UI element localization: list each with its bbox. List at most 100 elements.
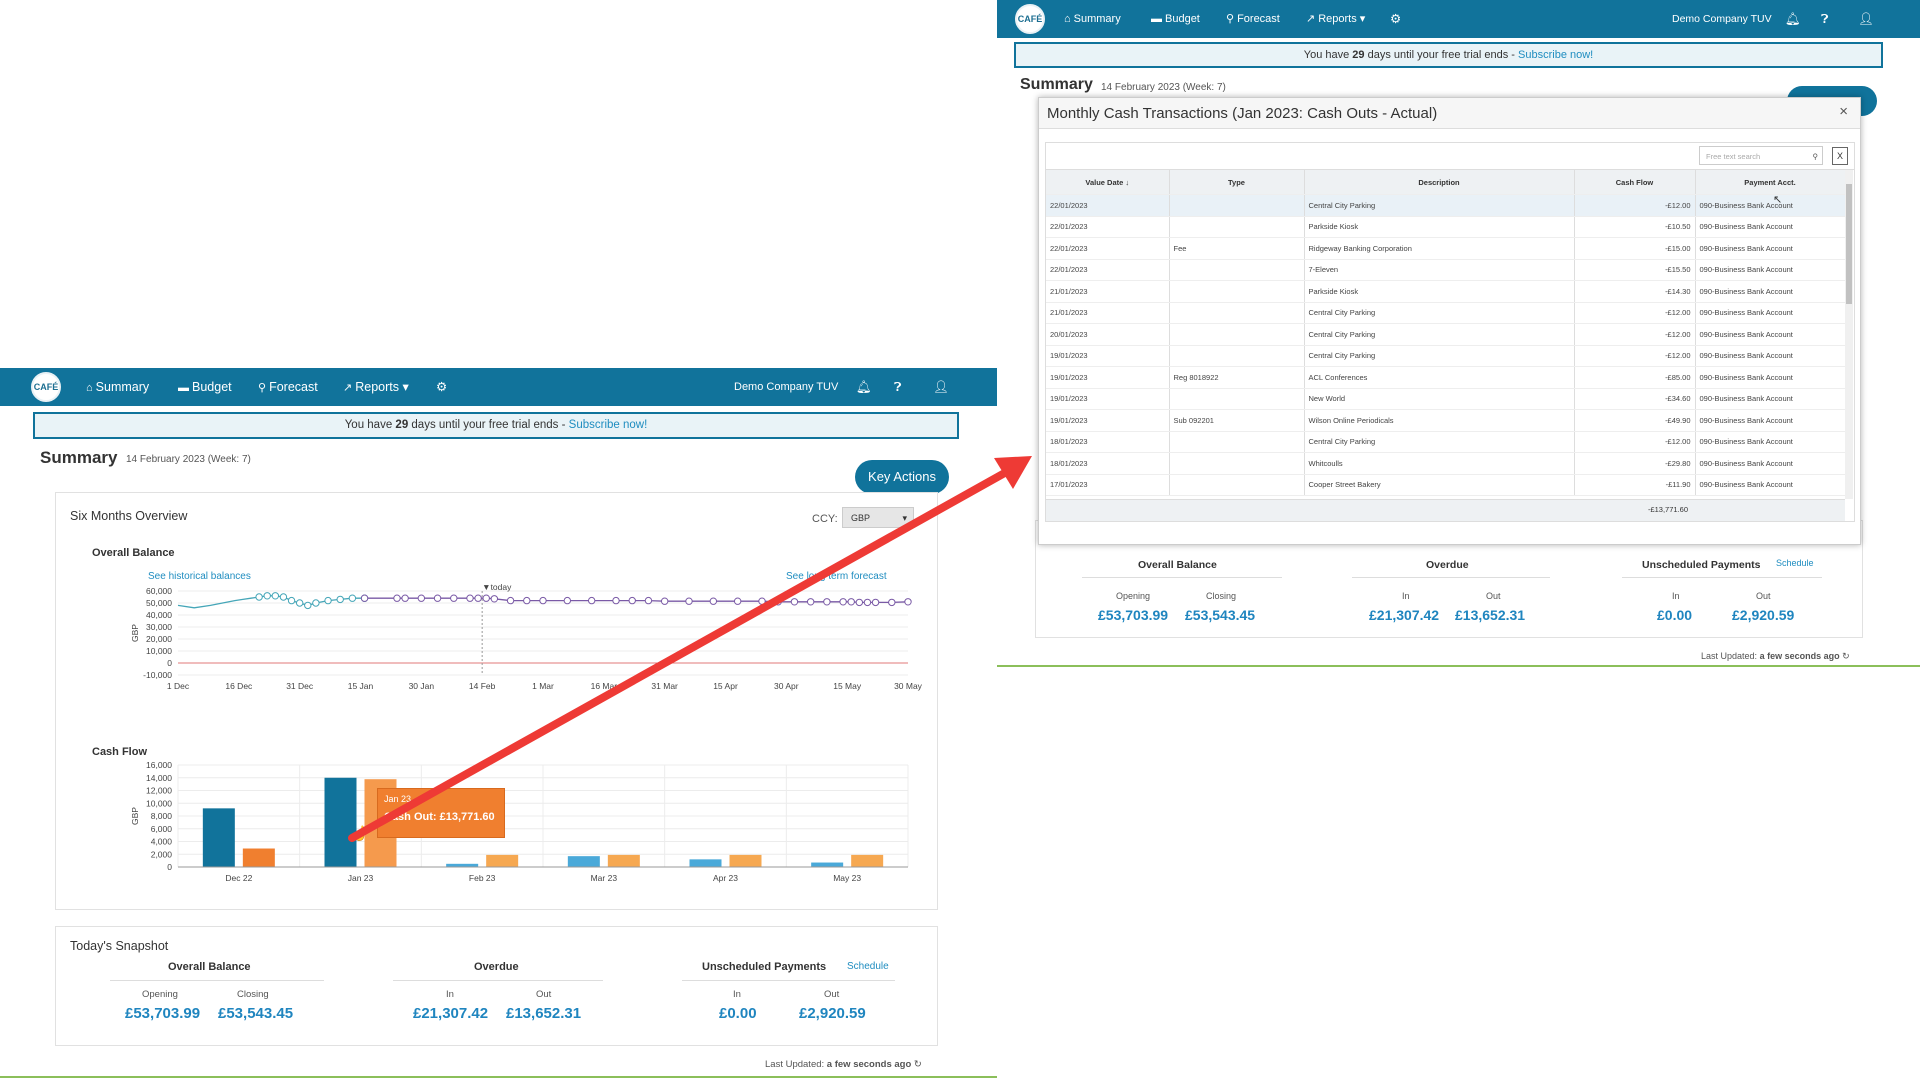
nav-summary[interactable]: ⌂ Summary xyxy=(86,368,149,406)
table-row[interactable]: 19/01/2023 Sub 092201 Wilson Online Period… xyxy=(1046,409,1846,432)
x-tick-label: 16 Mar xyxy=(591,681,618,691)
cell-type xyxy=(1169,345,1305,367)
nav-forecast[interactable]: ⚲ Forecast xyxy=(1226,0,1280,38)
col-type[interactable]: Type xyxy=(1169,170,1305,195)
nav-budget[interactable]: ▬ Budget xyxy=(178,368,232,406)
table-row[interactable]: 20/01/2023 Central City Parking -£12.00 090… xyxy=(1046,323,1846,346)
table-row[interactable]: 22/01/2023 Central City Parking -£12.00 090… xyxy=(1046,194,1846,217)
close-icon[interactable]: × xyxy=(1839,103,1848,120)
closing-balance[interactable]: £53,543.45 xyxy=(218,1005,293,1022)
unsched-in-label: In xyxy=(733,989,741,1000)
forecast-link[interactable]: See long term forecast xyxy=(786,571,887,582)
col-description[interactable]: Description xyxy=(1304,170,1575,195)
help-icon[interactable]: ❓︎ xyxy=(894,368,902,406)
cell-date: 19/01/2023 xyxy=(1046,345,1170,367)
subscribe-link[interactable]: Subscribe now! xyxy=(1518,49,1593,61)
settings-icon[interactable]: ⚙ xyxy=(1390,0,1401,38)
cell-cash-flow: -£12.00 xyxy=(1574,345,1696,367)
opening-balance[interactable]: £53,703.99 xyxy=(1098,607,1168,623)
table-row[interactable]: 19/01/2023 New World -£34.60 090-Business B… xyxy=(1046,388,1846,410)
cell-description: Whitcoulls xyxy=(1304,452,1575,475)
refresh-icon[interactable]: ↻ xyxy=(914,1059,922,1070)
table-row[interactable]: 22/01/2023 Parkside Kiosk -£10.50 090-Busin… xyxy=(1046,216,1846,238)
cell-date: 18/01/2023 xyxy=(1046,431,1170,453)
unsched-in[interactable]: £0.00 xyxy=(1657,607,1692,623)
unsched-in[interactable]: £0.00 xyxy=(719,1005,757,1022)
schedule-link[interactable]: Schedule xyxy=(847,961,889,972)
export-excel-icon[interactable]: X xyxy=(1832,147,1848,165)
table-wrapper: Free text search ⚲ X Value Date ↓ Type De… xyxy=(1045,142,1855,522)
y-tick-label: -10,000 xyxy=(143,670,172,680)
cell-payment-acct: 090-Business Bank Account xyxy=(1695,323,1846,346)
y-tick-label: 50,000 xyxy=(146,598,172,608)
table-row[interactable]: 18/01/2023 Central City Parking -£12.00 090… xyxy=(1046,431,1846,453)
overdue-in[interactable]: £21,307.42 xyxy=(1369,607,1439,623)
x-tick-label: Mar 23 xyxy=(591,873,618,883)
cell-cash-flow: -£34.60 xyxy=(1574,388,1696,410)
search-input[interactable]: Free text search ⚲ xyxy=(1699,146,1823,165)
unsched-out[interactable]: £2,920.59 xyxy=(1732,607,1794,623)
chart-icon: ↗ xyxy=(343,382,353,394)
historical-link[interactable]: See historical balances xyxy=(148,571,251,582)
user-icon[interactable]: 👤︎ xyxy=(933,368,949,406)
company-name[interactable]: Demo Company TUV xyxy=(1672,0,1772,38)
balance-point xyxy=(733,597,742,605)
left-screenshot: CAFÉ ⌂ Summary ▬ Budget ⚲ Forecast ↗ Reports… xyxy=(0,368,997,1080)
table-row[interactable]: 22/01/2023 Fee Ridgeway Banking Corporatio… xyxy=(1046,237,1846,260)
briefcase-icon: ▬ xyxy=(1151,13,1162,25)
balance-point xyxy=(490,595,499,603)
nav-reports[interactable]: ↗ Reports ▾ xyxy=(1306,0,1365,38)
overdue-in[interactable]: £21,307.42 xyxy=(413,1005,488,1022)
key-actions-button[interactable]: Key Actions xyxy=(855,460,949,494)
cell-payment-acct: 090-Business Bank Account xyxy=(1695,409,1846,432)
table-row[interactable]: 21/01/2023 Central City Parking -£12.00 090… xyxy=(1046,302,1846,324)
overdue-title: Overdue xyxy=(474,961,519,973)
cashflow-chart: 0 2,000 4,000 6,000 8,000 10,000 12,000 14,000 1… xyxy=(130,760,909,883)
user-icon[interactable]: 👤︎ xyxy=(1858,0,1874,38)
table-row[interactable]: 18/01/2023 Whitcoulls -£29.80 090-Business … xyxy=(1046,452,1846,475)
closing-balance[interactable]: £53,543.45 xyxy=(1185,607,1255,623)
col-cash-flow[interactable]: Cash Flow xyxy=(1574,170,1696,195)
opening-balance[interactable]: £53,703.99 xyxy=(125,1005,200,1022)
nav-reports[interactable]: ↗ Reports ▾ xyxy=(343,368,409,406)
col-payment-acct[interactable]: Payment Acct. xyxy=(1695,170,1846,195)
overdue-title: Overdue xyxy=(1426,559,1469,571)
ccy-select[interactable]: GBP ▾ xyxy=(842,507,914,528)
bell-icon[interactable]: 🔔︎ xyxy=(1785,0,1801,38)
nav-summary[interactable]: ⌂ Summary xyxy=(1064,0,1121,38)
cell-payment-acct: 090-Business Bank Account xyxy=(1695,474,1846,496)
cell-type xyxy=(1169,452,1305,475)
overdue-out[interactable]: £13,652.31 xyxy=(1455,607,1525,623)
company-name[interactable]: Demo Company TUV xyxy=(734,368,838,406)
subscribe-link[interactable]: Subscribe now! xyxy=(569,419,648,431)
table-row[interactable]: 19/01/2023 Central City Parking -£12.00 090… xyxy=(1046,345,1846,367)
cell-type: Fee xyxy=(1169,237,1305,260)
balance-point xyxy=(324,596,332,605)
table-row[interactable]: 21/01/2023 Parkside Kiosk -£14.30 090-Busin… xyxy=(1046,280,1846,303)
nav-forecast[interactable]: ⚲ Forecast xyxy=(258,368,318,406)
table-row[interactable]: 17/01/2023 Cooper Street Bakery -£11.90 090… xyxy=(1046,474,1846,496)
bell-icon[interactable]: 🔔︎ xyxy=(856,368,872,406)
divider xyxy=(1622,577,1822,578)
cell-description: New World xyxy=(1304,388,1575,410)
cell-payment-acct: 090-Business Bank Account xyxy=(1695,431,1846,453)
unsched-out[interactable]: £2,920.59 xyxy=(799,1005,866,1022)
overdue-out[interactable]: £13,652.31 xyxy=(506,1005,581,1022)
table-row[interactable]: 22/01/2023 7-Eleven -£15.50 090-Business Ba… xyxy=(1046,259,1846,281)
app-logo[interactable]: CAFÉ xyxy=(31,372,61,402)
six-months-card: Six Months Overview CCY: GBP ▾ Overall Ba… xyxy=(55,492,938,910)
table-row[interactable]: 19/01/2023 Reg 8018922 ACL Conferences -£85… xyxy=(1046,366,1846,389)
settings-icon[interactable]: ⚙ xyxy=(436,368,447,406)
nav-budget[interactable]: ▬ Budget xyxy=(1151,0,1200,38)
app-logo[interactable]: CAFÉ xyxy=(1015,4,1045,34)
balance-point xyxy=(871,598,880,607)
col-value-date[interactable]: Value Date ↓ xyxy=(1046,170,1170,195)
help-icon[interactable]: ❓︎ xyxy=(1821,0,1829,38)
unscheduled-title: Unscheduled Payments xyxy=(702,961,827,973)
schedule-link[interactable]: Schedule xyxy=(1776,558,1814,568)
refresh-icon[interactable]: ↻ xyxy=(1842,651,1850,661)
scrollbar[interactable] xyxy=(1845,170,1853,499)
divider xyxy=(1082,577,1282,578)
scrollbar-thumb[interactable] xyxy=(1846,184,1852,304)
cashflow-bar xyxy=(567,856,600,867)
